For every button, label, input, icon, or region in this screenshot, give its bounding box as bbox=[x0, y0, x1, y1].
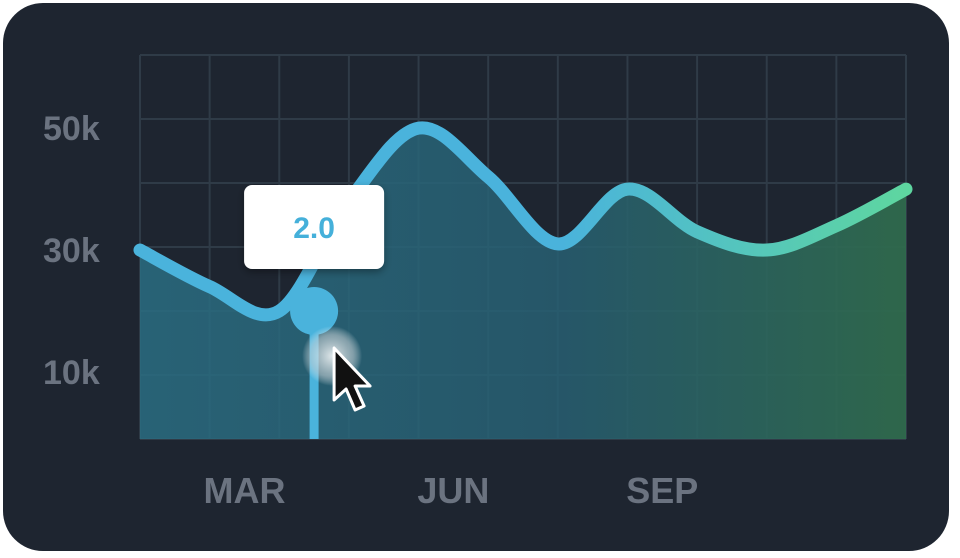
y-tick-label: 10k bbox=[43, 354, 100, 392]
chart-card: 50k 30k 10k MAR JUN SEP 2.0 bbox=[3, 3, 949, 551]
x-tick-label: SEP bbox=[626, 470, 698, 511]
area-chart[interactable]: 50k 30k 10k MAR JUN SEP 2.0 bbox=[3, 3, 949, 551]
y-tick-label: 30k bbox=[43, 232, 100, 270]
tooltip-value: 2.0 bbox=[293, 212, 335, 245]
area-fill bbox=[140, 127, 906, 439]
x-tick-label: JUN bbox=[417, 470, 489, 511]
y-tick-label: 50k bbox=[43, 110, 100, 148]
x-tick-label: MAR bbox=[203, 470, 285, 511]
value-tooltip: 2.0 bbox=[244, 185, 385, 269]
